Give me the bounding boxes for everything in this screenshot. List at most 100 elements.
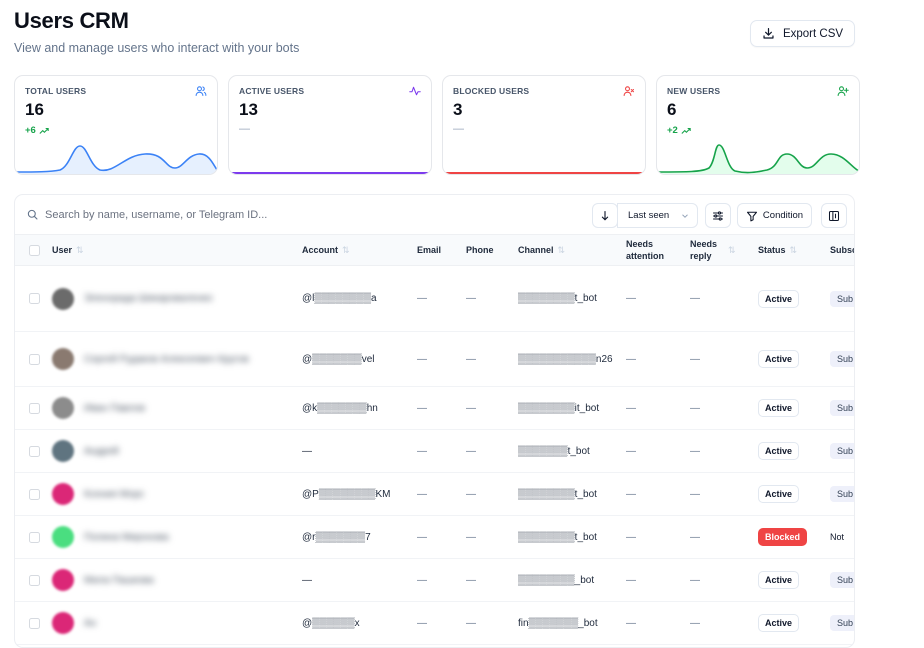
row-checkbox[interactable] xyxy=(29,402,40,414)
stat-card-new-users: NEW USERS 6 +2 xyxy=(656,75,860,175)
user-name: Андрей xyxy=(84,445,119,457)
stat-value: 6 xyxy=(667,100,677,119)
search-input[interactable] xyxy=(45,206,445,224)
account-cell: @P▒▒▒▒▒▒▒▒KM xyxy=(302,488,391,500)
row-select-cell xyxy=(29,387,40,429)
export-csv-label: Export CSV xyxy=(782,27,844,40)
table-row[interactable]: Иван Павлов @k▒▒▒▒▒▒▒hn — — ▒▒▒▒▒▒▒▒it_b… xyxy=(15,387,854,430)
subscription-cell: Sub xyxy=(830,559,854,601)
status-badge: Active xyxy=(758,399,800,417)
row-checkbox[interactable] xyxy=(29,445,40,457)
column-header-account[interactable]: Account ⇅ xyxy=(302,235,350,266)
row-select-cell xyxy=(29,559,40,601)
user-cell[interactable]: Ан xyxy=(52,602,96,644)
status-cell: Active xyxy=(758,266,800,331)
filter-icon xyxy=(746,211,757,221)
column-label: User xyxy=(52,244,73,255)
columns-icon xyxy=(828,210,840,221)
row-checkbox[interactable] xyxy=(29,488,40,500)
status-badge: Active xyxy=(758,571,800,589)
stat-delta: — xyxy=(453,123,464,135)
table-row[interactable]: Андрей — — — ▒▒▒▒▒▒▒t_bot — — Active Sub xyxy=(15,430,854,473)
stats-cards: TOTAL USERS 16 +6 ACTIVE USERS 13 — BLOC… xyxy=(14,75,860,175)
row-checkbox[interactable] xyxy=(29,574,40,586)
table-row[interactable]: Полина Миронова @r▒▒▒▒▒▒▒7 — — ▒▒▒▒▒▒▒▒t… xyxy=(15,516,854,559)
table-row[interactable]: Ксения Морс @P▒▒▒▒▒▒▒▒KM — — ▒▒▒▒▒▒▒▒t_b… xyxy=(15,473,854,516)
filters-button[interactable] xyxy=(705,203,731,228)
user-x-icon xyxy=(623,86,635,97)
sort-direction-button[interactable] xyxy=(592,203,618,228)
sort-field-select[interactable]: Last seen xyxy=(617,203,698,228)
email-cell: — xyxy=(417,353,427,365)
column-header-channel[interactable]: Channel ⇅ xyxy=(518,235,565,266)
subscription-badge: Sub xyxy=(830,443,854,459)
stat-label: TOTAL USERS xyxy=(25,86,87,96)
subscription-cell: Sub xyxy=(830,602,854,644)
sort-icon: ⇅ xyxy=(342,244,350,255)
sort-icon: ⇅ xyxy=(789,244,798,255)
trending-up-icon xyxy=(681,127,691,134)
user-cell[interactable]: Ксения Морс xyxy=(52,473,144,515)
subscription-cell: Sub xyxy=(830,387,854,429)
email-cell: — xyxy=(417,617,427,629)
column-label: Needs attention xyxy=(626,239,664,261)
user-name: Ан xyxy=(84,617,97,629)
user-cell[interactable]: Сергей Рудаков Алексеевич Кругов xyxy=(52,332,249,386)
user-cell[interactable]: Андрей xyxy=(52,430,119,472)
row-checkbox[interactable] xyxy=(29,617,40,629)
subscription-badge: Sub xyxy=(830,615,854,631)
table-row[interactable]: Мила Пашкова — — — ▒▒▒▒▒▒▒▒_bot — — Acti… xyxy=(15,559,854,602)
columns-button[interactable] xyxy=(821,203,847,228)
status-cell: Active xyxy=(758,332,800,386)
stat-delta-text: +2 xyxy=(667,125,678,136)
table-row[interactable]: Сергей Рудаков Алексеевич Кругов @▒▒▒▒▒▒… xyxy=(15,332,854,387)
stat-delta-text: +6 xyxy=(25,125,36,136)
channel-cell: ▒▒▒▒▒▒▒▒_bot xyxy=(518,574,595,586)
select-all-checkbox[interactable] xyxy=(29,245,40,256)
stat-value: 13 xyxy=(239,100,258,119)
user-cell[interactable]: Иван Павлов xyxy=(52,387,145,429)
phone-cell: — xyxy=(466,445,476,457)
user-name: Сергей Рудаков Алексеевич Кругов xyxy=(84,353,249,365)
sort-icon: ⇅ xyxy=(728,244,736,255)
user-cell[interactable]: Эленорада Шикароваленко xyxy=(52,266,212,331)
column-header-needs-attention[interactable]: Needs attention xyxy=(626,235,681,266)
condition-filter-button[interactable]: Condition xyxy=(737,203,812,228)
export-csv-button[interactable]: Export CSV xyxy=(750,20,855,47)
account-cell: @▒▒▒▒▒▒▒vel xyxy=(302,353,375,365)
needs-attention-cell: — xyxy=(626,574,636,586)
needs-reply-cell: — xyxy=(690,617,700,629)
page-title: Users CRM xyxy=(14,8,129,33)
stat-value: 3 xyxy=(453,100,463,119)
needs-reply-cell: — xyxy=(690,353,700,365)
needs-reply-cell: — xyxy=(690,488,700,500)
needs-attention-cell: — xyxy=(626,617,636,629)
subscription-cell: Sub xyxy=(830,473,854,515)
column-header-subscription[interactable]: Subsc xyxy=(830,235,854,266)
account-cell: — xyxy=(302,574,312,586)
row-checkbox[interactable] xyxy=(29,531,40,543)
column-header-needs-reply[interactable]: Needs reply ⇅ xyxy=(690,235,750,266)
table-header: User ⇅ Account ⇅ Email Phone Channel ⇅ Need… xyxy=(15,235,854,266)
row-checkbox[interactable] xyxy=(29,353,40,365)
stat-delta: — xyxy=(239,123,250,135)
users-icon xyxy=(195,86,207,97)
column-header-email: Email xyxy=(417,235,441,266)
subscription-badge: Sub xyxy=(830,351,854,367)
subscription-badge: Sub xyxy=(830,572,854,588)
subscription-badge: Sub xyxy=(830,400,854,416)
user-cell[interactable]: Полина Миронова xyxy=(52,516,169,558)
user-cell[interactable]: Мила Пашкова xyxy=(52,559,154,601)
table-row[interactable]: Ан @▒▒▒▒▒▒x — — fin▒▒▒▒▒▒▒_bot — — Activ… xyxy=(15,602,854,645)
row-checkbox[interactable] xyxy=(29,293,40,304)
table-row[interactable]: Эленорада Шикароваленко @l▒▒▒▒▒▒▒▒a — — … xyxy=(15,266,854,332)
status-cell: Active xyxy=(758,430,800,472)
column-header-user[interactable]: User ⇅ xyxy=(52,235,84,266)
channel-cell: ▒▒▒▒▒▒▒▒t_bot xyxy=(518,488,597,500)
avatar xyxy=(52,569,74,591)
channel-cell: fin▒▒▒▒▒▒▒_bot xyxy=(518,617,598,629)
column-header-status[interactable]: Status ⇅ xyxy=(758,235,797,266)
user-name: Мила Пашкова xyxy=(84,574,154,586)
stat-delta: +2 xyxy=(667,125,691,136)
needs-reply-cell: — xyxy=(690,531,700,543)
